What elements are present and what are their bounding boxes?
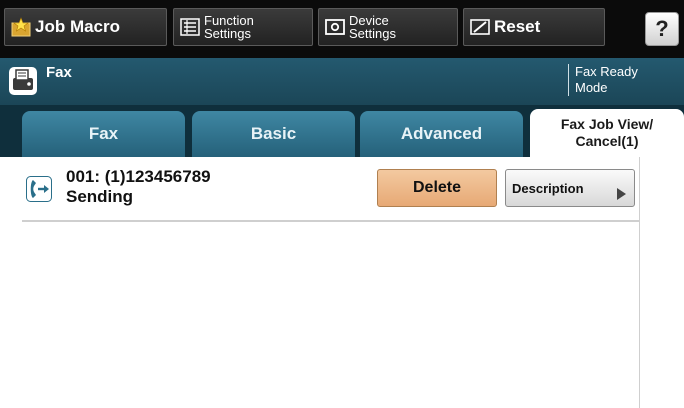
mode-bar: Fax Fax Ready Mode — [0, 58, 684, 105]
reset-label: Reset — [494, 17, 541, 36]
fax-icon — [9, 67, 37, 95]
scroll-divider — [639, 157, 640, 408]
help-icon: ? — [655, 16, 669, 41]
reset-button[interactable]: Reset — [463, 8, 605, 46]
tab-fax-job-view[interactable]: Fax Job View/ Cancel(1) — [530, 109, 684, 157]
phone-send-icon — [26, 176, 52, 202]
job-number: 001: (1)123456789 — [66, 167, 211, 186]
fax-ready-status: Fax Ready Mode — [568, 64, 680, 96]
function-settings-button[interactable]: Function Settings — [173, 8, 313, 46]
job-macro-label: Job Macro — [35, 17, 121, 36]
job-macro-button[interactable]: Job Macro — [4, 8, 167, 46]
top-toolbar: Job Macro Function Settings Device Setti… — [0, 0, 684, 58]
device-settings-icon — [325, 19, 345, 35]
job-status: Sending — [66, 187, 134, 206]
job-macro-icon — [11, 17, 31, 37]
arrow-right-icon — [617, 188, 626, 200]
tab-advanced[interactable]: Advanced — [360, 111, 523, 157]
help-button[interactable]: ? — [645, 12, 679, 46]
eraser-icon — [470, 19, 490, 35]
tab-basic[interactable]: Basic — [192, 111, 355, 157]
device-settings-label: Device Settings — [349, 13, 396, 41]
tab-bar: Fax Basic Advanced Fax Job View/ Cancel(… — [0, 105, 684, 157]
description-button[interactable]: Description — [505, 169, 635, 207]
delete-button[interactable]: Delete — [377, 169, 497, 207]
function-settings-label: Function Settings — [204, 13, 254, 41]
job-list: 001: (1)123456789 Sending Delete Descrip… — [0, 157, 684, 408]
job-row[interactable]: 001: (1)123456789 Sending Delete Descrip… — [22, 157, 639, 222]
description-label: Description — [512, 180, 584, 196]
tab-fax[interactable]: Fax — [22, 111, 185, 157]
mode-title: Fax — [46, 64, 72, 81]
list-icon — [180, 18, 200, 36]
device-settings-button[interactable]: Device Settings — [318, 8, 458, 46]
